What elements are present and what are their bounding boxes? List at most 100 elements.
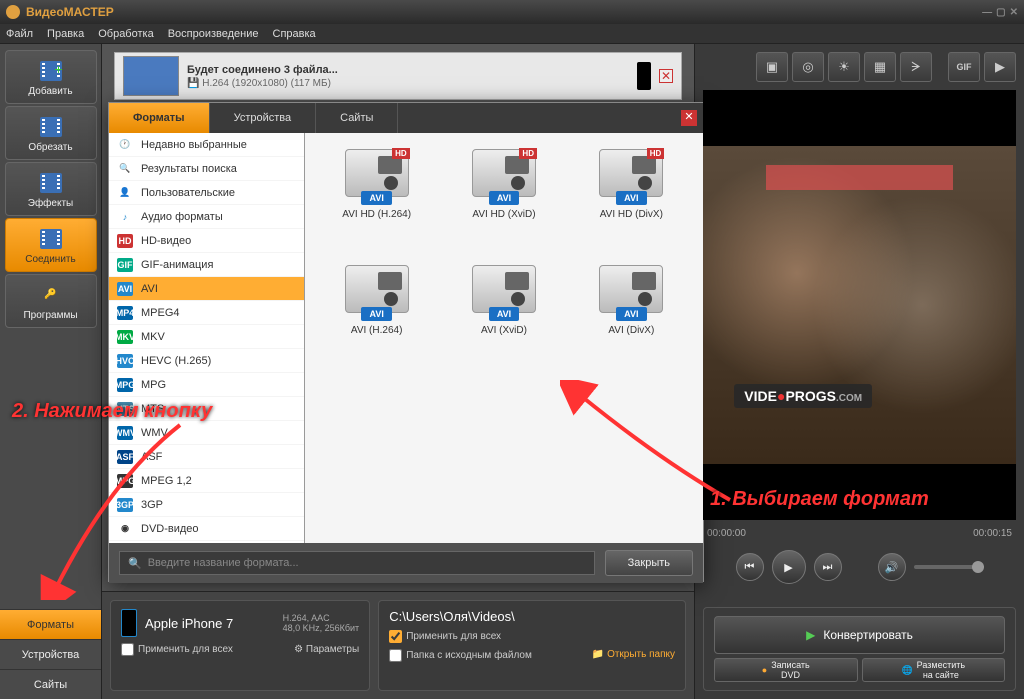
format-search-input[interactable]: 🔍 Введите название формата...: [119, 551, 595, 575]
dialog-tab-devices[interactable]: Устройства: [210, 103, 317, 133]
format-badge-icon: MKV: [117, 330, 133, 344]
category-label: MPEG4: [141, 307, 180, 319]
format-item[interactable]: AVIAVI (DivX): [570, 265, 693, 375]
category-item[interactable]: AVIAVI: [109, 277, 304, 301]
format-item[interactable]: HDAVIAVI HD (XviD): [442, 149, 565, 259]
preview-screen[interactable]: VIDE●PROGS.COM: [703, 90, 1016, 520]
category-label: HD-видео: [141, 235, 191, 247]
category-label: Аудио форматы: [141, 211, 223, 223]
category-item[interactable]: MPGMPG: [109, 373, 304, 397]
category-item[interactable]: 🕐Недавно выбранные: [109, 133, 304, 157]
app-logo-icon: [6, 5, 20, 19]
format-item[interactable]: AVIAVI (XviD): [442, 265, 565, 375]
user-icon: 👤: [117, 186, 133, 200]
clock-icon: 🕐: [117, 138, 133, 152]
category-item[interactable]: MTSMTS: [109, 397, 304, 421]
gif-tool-icon[interactable]: GIF: [948, 52, 980, 82]
params-button[interactable]: ⚙ Параметры: [294, 644, 359, 655]
globe-icon: 🌐: [901, 665, 912, 676]
dialog-close-text-button[interactable]: Закрыть: [605, 550, 693, 576]
sidebar-tab-formats[interactable]: Форматы: [0, 609, 101, 639]
category-label: HEVC (H.265): [141, 355, 211, 367]
preview-controls: ⏮ ▶ ⏭ 🔊: [703, 547, 1016, 587]
category-item[interactable]: ASFASF: [109, 445, 304, 469]
convert-button[interactable]: ▶ Конвертировать: [714, 616, 1005, 654]
category-item[interactable]: 🔍Результаты поиска: [109, 157, 304, 181]
speed-tool-icon[interactable]: ᗒ: [900, 52, 932, 82]
menubar: Файл Правка Обработка Воспроизведение Сп…: [0, 24, 1024, 44]
write-dvd-button[interactable]: ● Записать DVD: [714, 658, 858, 682]
dialog-close-button[interactable]: ✕: [681, 110, 697, 126]
prev-button[interactable]: ⏮: [736, 553, 764, 581]
category-item[interactable]: WMVWMV: [109, 421, 304, 445]
category-item[interactable]: MPGMPEG 1,2: [109, 469, 304, 493]
apply-all-path-checkbox[interactable]: Применить для всех: [389, 630, 675, 643]
play-button[interactable]: ▶: [772, 550, 806, 584]
format-tag: AVI: [489, 307, 519, 321]
maximize-icon[interactable]: ▢: [996, 7, 1005, 18]
category-item[interactable]: HDHD-видео: [109, 229, 304, 253]
sidebar-bottom-tabs: Форматы Устройства Сайты: [0, 609, 101, 699]
format-tag: AVI: [489, 191, 519, 205]
output-path[interactable]: C:\Users\Оля\Videos\: [389, 609, 675, 624]
category-list[interactable]: 🕐Недавно выбранные🔍Результаты поиска👤Пол…: [109, 133, 305, 543]
category-item[interactable]: MKVMKV: [109, 325, 304, 349]
sidebar-effects-button[interactable]: Эффекты: [5, 162, 97, 216]
source-folder-checkbox[interactable]: Папка с исходным файлом: [389, 649, 532, 662]
time-current: 00:00:00: [707, 528, 746, 539]
category-label: 3GP: [141, 499, 163, 511]
format-item[interactable]: HDAVIAVI HD (H.264): [315, 149, 438, 259]
menu-help[interactable]: Справка: [273, 28, 316, 40]
menu-edit[interactable]: Правка: [47, 28, 84, 40]
close-window-icon[interactable]: ✕: [1010, 7, 1018, 18]
category-item[interactable]: GIFGIF-анимация: [109, 253, 304, 277]
format-badge-icon: HVC: [117, 354, 133, 368]
format-badge-icon: MPG: [117, 474, 133, 488]
menu-file[interactable]: Файл: [6, 28, 33, 40]
volume-button[interactable]: 🔊: [878, 553, 906, 581]
format-item[interactable]: HDAVIAVI HD (DivX): [570, 149, 693, 259]
category-item[interactable]: HVC HEVC (H.265): [109, 349, 304, 373]
next-button[interactable]: ⏭: [814, 553, 842, 581]
volume-slider[interactable]: [914, 565, 984, 569]
crop-tool-icon[interactable]: ▣: [756, 52, 788, 82]
video-frame: [703, 146, 1016, 464]
category-item[interactable]: ♪Аудио форматы: [109, 205, 304, 229]
sidebar-tab-devices[interactable]: Устройства: [0, 639, 101, 669]
time-total: 00:00:15: [973, 528, 1012, 539]
category-item[interactable]: MP4MPEG4: [109, 301, 304, 325]
format-label: AVI HD (XviD): [472, 209, 535, 220]
fx-tool-icon[interactable]: ▦: [864, 52, 896, 82]
minimize-icon[interactable]: —: [982, 7, 992, 18]
brightness-tool-icon[interactable]: ☀: [828, 52, 860, 82]
preview-toolbar: ▣ ◎ ☀ ▦ ᗒ GIF ▶: [703, 52, 1016, 84]
key-icon: 🔑: [38, 282, 64, 308]
sidebar-tab-sites[interactable]: Сайты: [0, 669, 101, 699]
format-label: AVI HD (DivX): [600, 209, 663, 220]
sidebar-add-button[interactable]: + Добавить: [5, 50, 97, 104]
category-item[interactable]: ◉DVD-видео: [109, 517, 304, 541]
menu-playback[interactable]: Воспроизведение: [168, 28, 259, 40]
sidebar-merge-button[interactable]: Соединить: [5, 218, 97, 272]
dialog-tab-formats[interactable]: Форматы: [109, 103, 210, 133]
camera-icon: HD: [599, 149, 663, 197]
open-folder-button[interactable]: 📁 Открыть папку: [592, 649, 675, 662]
apply-all-format-checkbox[interactable]: Применить для всех: [121, 643, 233, 656]
sidebar-cut-button[interactable]: Обрезать: [5, 106, 97, 160]
format-item[interactable]: AVIAVI (H.264): [315, 265, 438, 375]
output-device-panel: Apple iPhone 7 H.264, AAC 48,0 KHz, 256К…: [110, 600, 370, 691]
publish-button[interactable]: 🌐 Разместить на сайте: [862, 658, 1006, 682]
menu-process[interactable]: Обработка: [98, 28, 153, 40]
fullscreen-tool-icon[interactable]: ▶: [984, 52, 1016, 82]
category-item[interactable]: 👤Пользовательские: [109, 181, 304, 205]
format-label: AVI HD (H.264): [342, 209, 411, 220]
category-item[interactable]: 3GP3GP: [109, 493, 304, 517]
close-file-button[interactable]: ✕: [659, 69, 673, 83]
category-item[interactable]: FFlash-видео: [109, 541, 304, 543]
scissors-icon: [38, 114, 64, 140]
snapshot-tool-icon[interactable]: ◎: [792, 52, 824, 82]
file-meta: 💾 H.264 (1920x1080) (117 МБ): [187, 78, 629, 89]
sidebar-programs-button[interactable]: 🔑 Программы: [5, 274, 97, 328]
play-arrow-icon: ▶: [806, 628, 815, 642]
dialog-tab-sites[interactable]: Сайты: [316, 103, 398, 133]
